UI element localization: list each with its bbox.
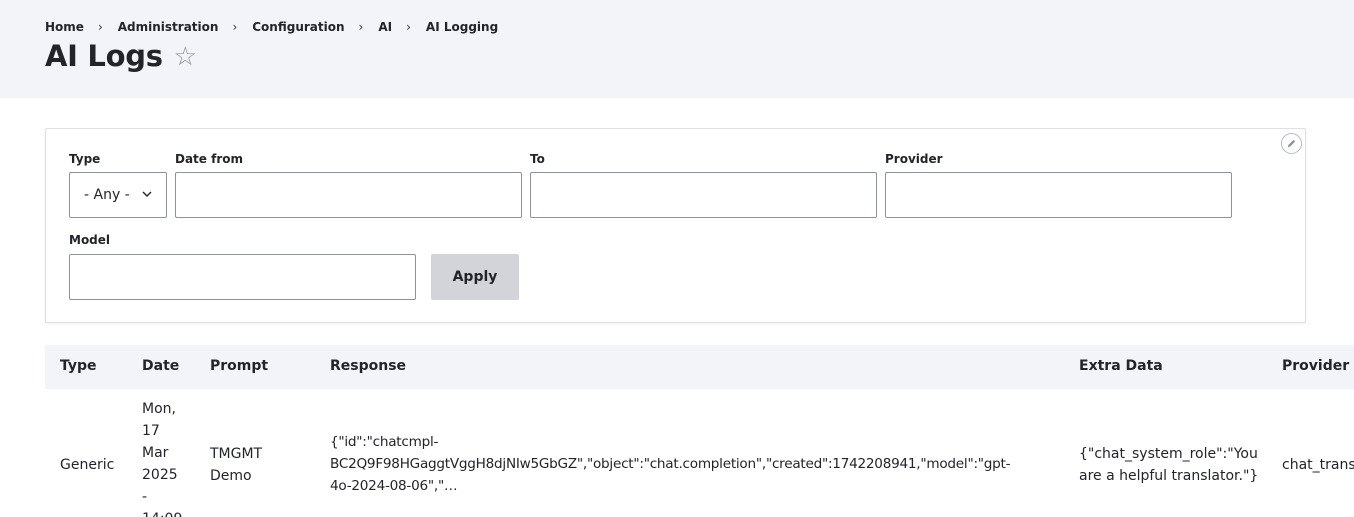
cell-extra-line: are a helpful translator."}	[1079, 468, 1259, 484]
cell-date-line: 2025	[142, 467, 178, 483]
breadcrumb-administration[interactable]: Administration	[118, 20, 219, 34]
model-label: Model	[69, 233, 111, 247]
cell-date-line: -	[142, 489, 148, 505]
provider-input[interactable]	[885, 172, 1232, 218]
breadcrumb-separator: ›	[232, 20, 238, 34]
model-input[interactable]	[69, 254, 416, 300]
to-label: To	[530, 152, 545, 166]
type-select-value: - Any -	[84, 187, 130, 203]
date-from-input[interactable]	[175, 172, 522, 218]
column-header-prompt[interactable]: Prompt	[210, 358, 268, 374]
column-header-provider[interactable]: Provider	[1282, 358, 1349, 374]
cell-response-line: BC2Q9F98HGaggtVggH8djNIw5GbGZ","object":…	[330, 456, 1011, 472]
provider-label: Provider	[885, 152, 943, 166]
column-header-extra-data[interactable]: Extra Data	[1079, 358, 1163, 374]
cell-type: Generic	[60, 457, 115, 473]
apply-button[interactable]: Apply	[431, 254, 519, 300]
star-icon[interactable]: ☆	[174, 44, 197, 70]
cell-date-line: Mon,	[142, 401, 176, 417]
cell-provider: chat_translation	[1282, 457, 1354, 473]
cell-response-line: 4o-2024-08-06","…	[330, 478, 458, 494]
page-title: AI Logs	[45, 39, 163, 73]
cell-prompt-line: Demo	[210, 468, 252, 484]
cell-response-line: {"id":"chatcmpl-	[330, 434, 439, 450]
breadcrumb-separator: ›	[406, 20, 411, 34]
cell-date-line: 17	[142, 423, 160, 439]
cell-date: Mon, 17 Mar 2025 - 14:09	[142, 398, 182, 517]
breadcrumb-configuration[interactable]: Configuration	[252, 20, 344, 34]
breadcrumb-home[interactable]: Home	[45, 20, 84, 34]
chevron-down-icon	[142, 191, 152, 197]
breadcrumb: Home › Administration › Configuration › …	[45, 19, 498, 35]
cell-date-line: 14:09	[142, 508, 182, 517]
page-header: Home › Administration › Configuration › …	[0, 0, 1354, 98]
breadcrumb-separator: ›	[97, 20, 103, 34]
column-header-date[interactable]: Date	[142, 358, 179, 374]
cell-response: {"id":"chatcmpl- BC2Q9F98HGaggtVggH8djNI…	[330, 431, 1011, 497]
column-header-type[interactable]: Type	[60, 358, 97, 374]
cell-prompt-line: TMGMT	[210, 446, 263, 462]
type-label: Type	[69, 152, 101, 166]
date-from-label: Date from	[175, 152, 243, 166]
breadcrumb-ai[interactable]: AI	[378, 20, 392, 34]
to-input[interactable]	[530, 172, 877, 218]
column-header-response[interactable]: Response	[330, 358, 406, 374]
cell-extra-data: {"chat_system_role":"You are a helpful t…	[1079, 443, 1258, 487]
breadcrumb-separator: ›	[358, 20, 364, 34]
cell-prompt: TMGMT Demo	[210, 443, 262, 487]
breadcrumb-ai-logging[interactable]: AI Logging	[426, 20, 498, 34]
pencil-icon[interactable]	[1281, 133, 1302, 154]
cell-extra-line: {"chat_system_role":"You	[1079, 446, 1258, 462]
type-select[interactable]: - Any -	[69, 172, 167, 218]
title-row: AI Logs ☆	[45, 36, 197, 76]
cell-date-line: Mar	[142, 445, 169, 461]
